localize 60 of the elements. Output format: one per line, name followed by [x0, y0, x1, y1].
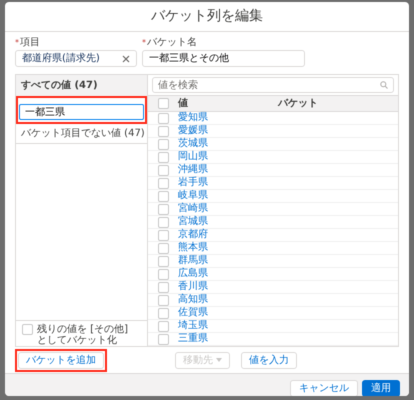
value-link[interactable]: 群馬県	[178, 256, 208, 266]
required-asterisk: *	[142, 39, 146, 47]
value-link[interactable]: 熊本県	[178, 243, 208, 253]
column-header: バケット	[278, 97, 318, 111]
checkbox[interactable]	[158, 152, 168, 162]
field-label: 項目	[20, 38, 40, 48]
action-button[interactable]: 値を入力	[241, 352, 297, 368]
list-header: すべての値 (47)	[16, 75, 147, 96]
value-link[interactable]: 高知県	[178, 295, 208, 305]
checkbox[interactable]	[158, 320, 168, 332]
value-link[interactable]: 宮崎県	[178, 204, 208, 214]
action-button[interactable]: バケットを追加	[18, 352, 104, 368]
checkbox[interactable]	[158, 190, 168, 202]
checkbox-label: 残りの値を [その他] としてバケット化	[37, 324, 129, 346]
field-label: バケット名	[147, 38, 197, 48]
value-link[interactable]: 佐賀県	[178, 308, 208, 318]
value-link[interactable]: 茨城県	[178, 139, 208, 149]
value-link[interactable]: 香川県	[178, 282, 208, 292]
checkbox[interactable]	[158, 138, 168, 150]
checkbox[interactable]	[22, 324, 33, 335]
checkbox[interactable]	[158, 294, 168, 306]
checkbox[interactable]	[158, 112, 168, 124]
action-button: 移動先	[175, 352, 230, 368]
value-link[interactable]: 岡山県	[178, 152, 208, 162]
value-link[interactable]: 宮城県	[178, 217, 208, 227]
value-link[interactable]: 京都府	[178, 230, 208, 240]
search-icon	[380, 81, 388, 89]
clear-icon[interactable]	[122, 54, 130, 62]
checkbox[interactable]	[158, 178, 168, 188]
value-link[interactable]: 埼玉県	[178, 321, 208, 331]
value-link[interactable]: 岐阜県	[178, 191, 208, 201]
value-link[interactable]: 三重県	[178, 334, 208, 344]
value-link[interactable]: 広島県	[178, 269, 208, 279]
checkbox[interactable]	[158, 334, 168, 344]
checkbox[interactable]	[158, 230, 168, 240]
column-header: 値	[178, 96, 189, 111]
value-link[interactable]: 岩手県	[178, 178, 208, 188]
checkbox[interactable]	[158, 268, 168, 280]
checkbox[interactable]	[158, 242, 168, 254]
checkbox[interactable]	[158, 126, 168, 136]
checkbox[interactable]	[158, 282, 168, 292]
checkbox[interactable]	[158, 256, 168, 266]
checkbox[interactable]	[158, 308, 168, 318]
value-link[interactable]: 愛知県	[178, 113, 208, 123]
footer-button[interactable]: 適用	[362, 380, 400, 396]
value-link[interactable]: 愛媛県	[178, 126, 208, 136]
required-asterisk: *	[15, 39, 19, 47]
checkbox[interactable]	[158, 164, 168, 176]
input-field[interactable]: 都道府県(請求先)	[15, 50, 137, 67]
checkbox[interactable]	[158, 204, 168, 214]
input-field[interactable]: 一都三県とその他	[142, 50, 305, 67]
select-all-checkbox[interactable]	[158, 98, 168, 109]
footer-button[interactable]: キャンセル	[290, 380, 358, 396]
bucket-name-input[interactable]: 一都三県	[19, 104, 144, 120]
caret-icon	[216, 358, 222, 362]
dialog-title: バケット列を編集	[151, 7, 263, 26]
search-field[interactable]: 値を検索	[152, 77, 394, 93]
value-link[interactable]: 沖縄県	[178, 165, 208, 175]
bucket-list-item[interactable]: バケット項目でない値 (47)	[16, 126, 150, 141]
checkbox[interactable]	[158, 216, 168, 228]
